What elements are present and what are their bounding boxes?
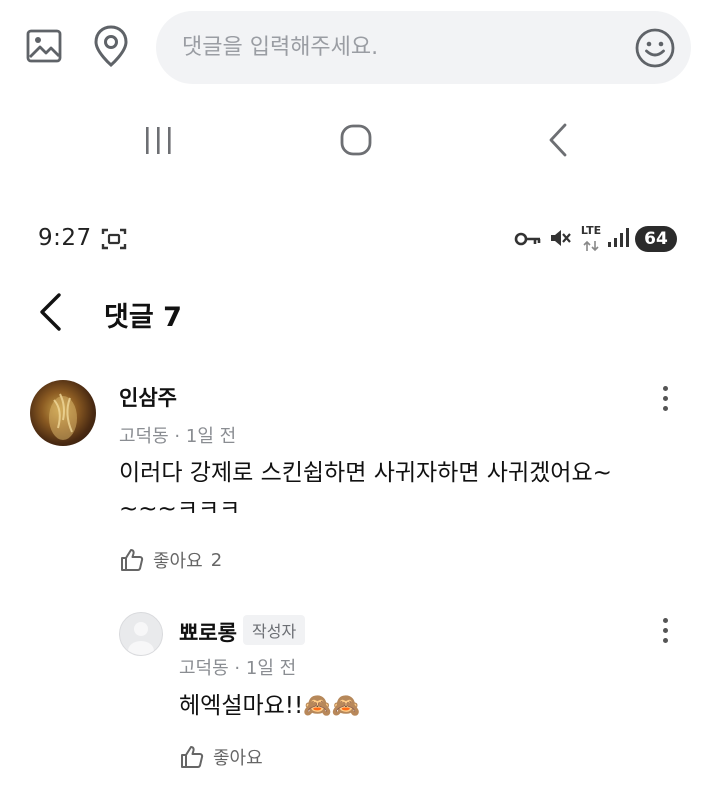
home-icon (340, 124, 372, 156)
comment-text-cut: ~~~ㅋㅋㅋ (119, 496, 241, 513)
more-dot-icon (662, 627, 668, 633)
location-button[interactable] (88, 22, 134, 70)
key-icon (514, 232, 541, 246)
more-dot-icon (662, 617, 668, 623)
network-status: LTE (579, 225, 603, 256)
avatar-image (49, 393, 77, 440)
like-label: 좋아요 (153, 551, 203, 572)
comment-input[interactable] (180, 34, 624, 61)
more-dot-icon (662, 637, 668, 643)
more-dot-icon (662, 395, 668, 401)
system-back-button[interactable] (538, 120, 578, 160)
comment-text: 이러다 강제로 스킨쉽하면 사귀자하면 사귀겠어요~ (119, 455, 612, 491)
recents-button[interactable] (138, 122, 178, 158)
signal-icon (608, 228, 629, 247)
back-button[interactable] (28, 290, 72, 334)
location-pin-icon (94, 25, 128, 67)
emoji-button[interactable] (632, 25, 678, 71)
comment-input-container[interactable] (156, 11, 691, 84)
comment-more-button[interactable] (653, 378, 677, 418)
default-avatar-icon (128, 622, 154, 655)
more-dot-icon (662, 405, 668, 411)
reply-like-button[interactable]: 좋아요 (179, 744, 263, 770)
reply-time: 1일 전 (245, 658, 297, 679)
reply-meta: 고덕동 · 1일 전 (179, 654, 296, 680)
author-badge: 작성자 (243, 615, 306, 645)
status-time: 9:27 (38, 225, 92, 251)
reply-text: 헤엑설마요!!🙈🙈 (179, 693, 361, 719)
data-arrows-icon (583, 240, 599, 252)
image-icon (26, 29, 62, 63)
reply-author[interactable]: 뾰로롱 (179, 617, 237, 647)
comment-text-line: ~~~ㅋㅋㅋ (119, 495, 240, 513)
smiley-icon (635, 28, 675, 68)
thumbs-up-icon (121, 549, 144, 571)
thumbs-up-icon (181, 746, 204, 768)
comment-author[interactable]: 인삼주 (119, 382, 177, 412)
mute-status (548, 226, 572, 254)
recents-icon (146, 127, 171, 154)
key-status (514, 230, 542, 252)
comment-text-line: 이러다 강제로 스킨쉽하면 사귀자하면 사귀겠어요~ (119, 460, 612, 486)
reply-avatar[interactable] (119, 612, 163, 656)
like-count: 2 (210, 549, 223, 571)
signal-status (607, 227, 629, 253)
lte-label: LTE (580, 224, 602, 237)
image-attach-button[interactable] (22, 24, 66, 68)
meta-separator: · (174, 426, 186, 447)
chevron-left-icon (40, 293, 61, 331)
back-icon (549, 123, 567, 157)
screenshot-indicator (101, 227, 127, 255)
like-button[interactable]: 좋아요 2 (119, 547, 222, 573)
battery-indicator: 64 (635, 226, 677, 252)
reply-location: 고덕동 (179, 658, 229, 679)
meta-separator: · (234, 658, 246, 679)
comment-location: 고덕동 (119, 426, 169, 447)
home-button[interactable] (336, 120, 376, 160)
avatar[interactable] (30, 380, 96, 446)
more-dot-icon (662, 385, 668, 391)
page-title: 댓글 7 (104, 302, 182, 333)
reply-more-button[interactable] (653, 610, 677, 650)
comment-time: 1일 전 (185, 426, 237, 447)
comment-meta: 고덕동 · 1일 전 (119, 422, 236, 448)
screen-capture-icon (101, 228, 127, 250)
vibrate-mute-icon (551, 230, 571, 246)
like-label: 좋아요 (213, 748, 263, 769)
